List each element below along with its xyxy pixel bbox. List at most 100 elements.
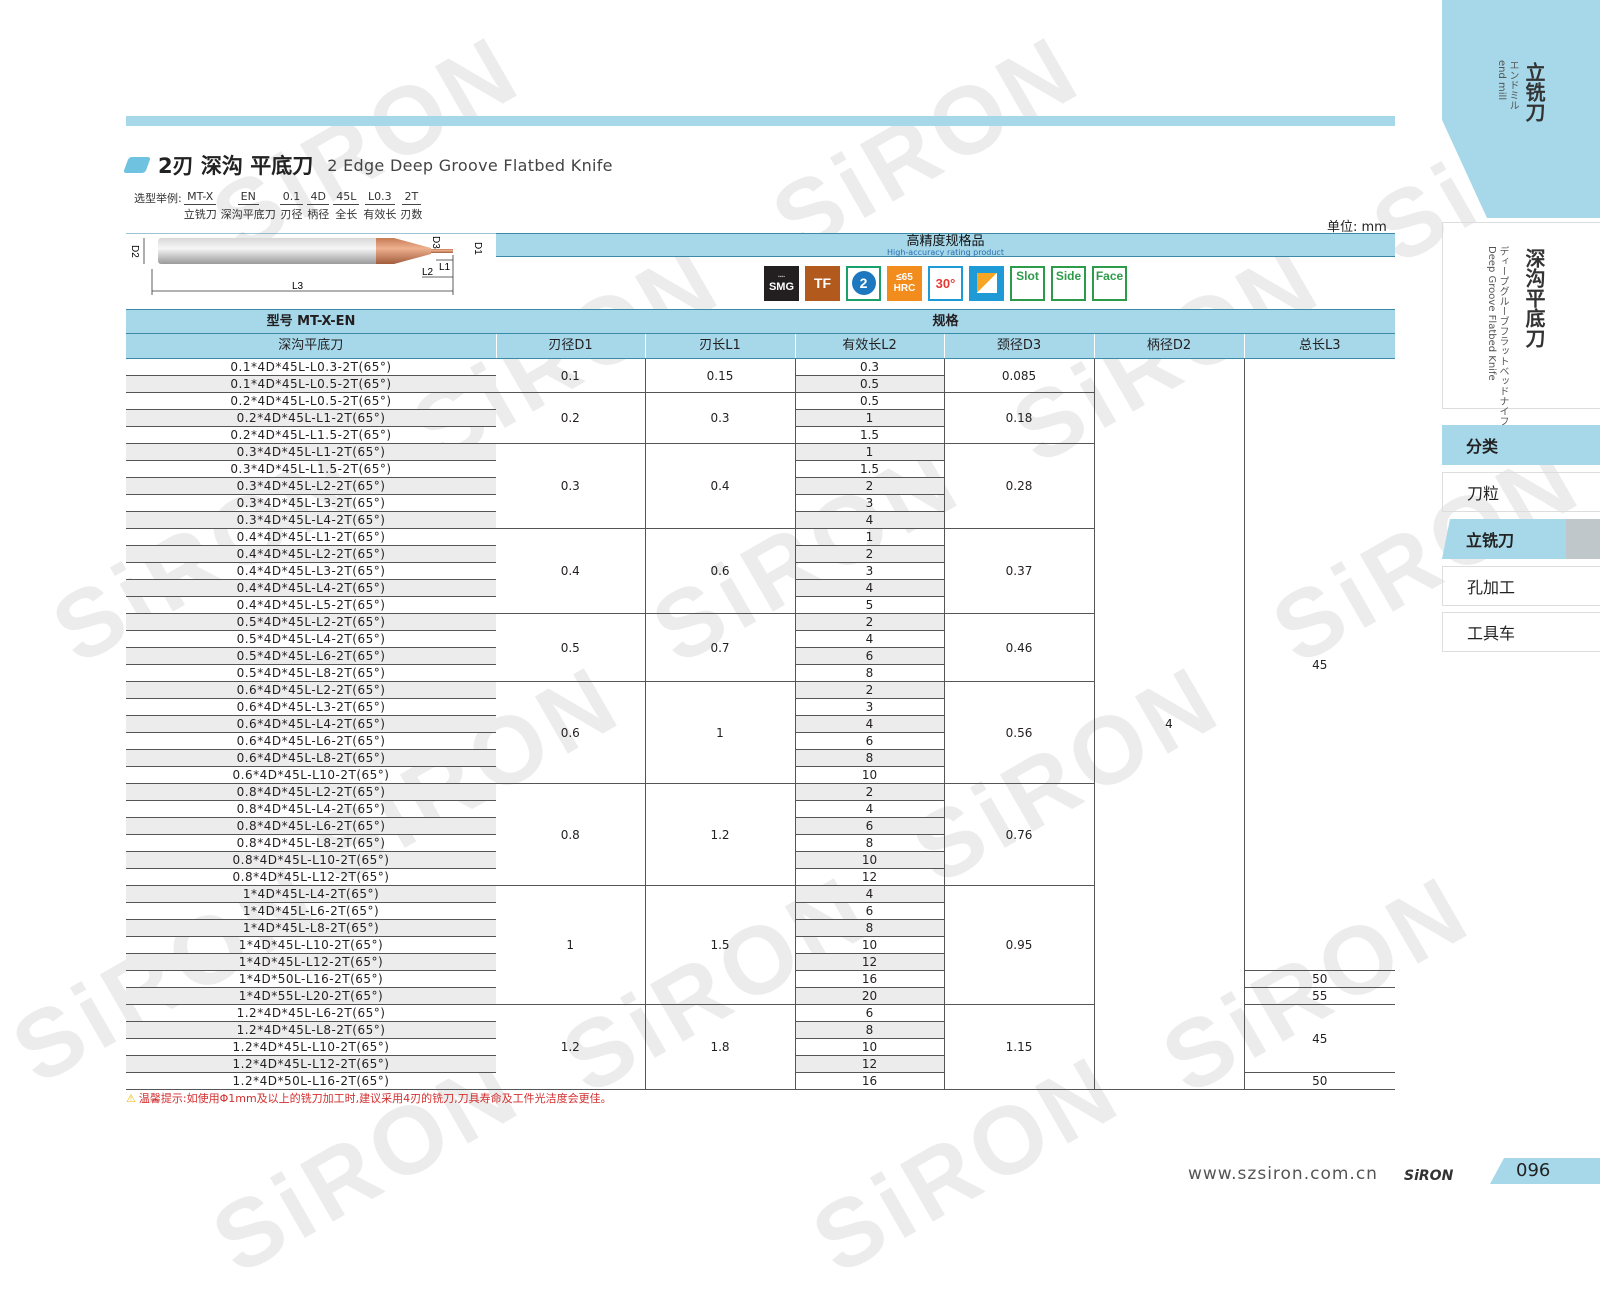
l2-cell: 4 xyxy=(795,715,945,733)
diagram-label-d3: D3 xyxy=(430,236,441,249)
side-icon: Side xyxy=(1051,265,1086,301)
l2-cell: 1.5 xyxy=(795,426,945,444)
l2-cell: 0.5 xyxy=(795,392,945,410)
d1-cell: 0.3 xyxy=(496,443,646,529)
l2-cell: 6 xyxy=(795,732,945,750)
sel-desc: 有效长 xyxy=(363,208,397,221)
l1-cell: 0.7 xyxy=(645,613,796,682)
l2-cell: 10 xyxy=(795,766,945,784)
hrc65-icon: ≤65 HRC xyxy=(887,265,922,301)
model-cell: 0.6*4D*45L-L3-2T(65°) xyxy=(126,698,496,716)
footer-logo: SiRON xyxy=(1404,1168,1454,1184)
l2-cell: 1 xyxy=(795,409,945,427)
table-row: 0.1*4D*45L-L0.3-2T(65°) 0.1 0.15 0.3 0.085 4 4… xyxy=(126,358,1396,1090)
title-en: 2 Edge Deep Groove Flatbed Knife xyxy=(327,155,613,175)
nav-item-tool-cart[interactable]: 工具车 xyxy=(1442,612,1600,652)
selection-example: 选型举例: MT-X 立铣刀 EN 深沟平底刀 0.1 刃径 4D 柄径 45L 全长 L… xyxy=(134,190,426,221)
title-cn: 2刃 深沟 平底刀 xyxy=(158,154,314,178)
d1-cell: 0.5 xyxy=(496,613,646,682)
model-cell: 0.3*4D*45L-L3-2T(65°) xyxy=(126,494,496,512)
category-title-jp: エンドミル xyxy=(1507,60,1518,110)
model-cell: 0.4*4D*45L-L4-2T(65°) xyxy=(126,579,496,597)
nav-item-end-mill[interactable]: 立铣刀 xyxy=(1442,519,1600,559)
l1-cell: 1.5 xyxy=(645,885,796,1005)
d3-cell: 0.95 xyxy=(944,885,1095,1005)
diagram-label-l3: L3 xyxy=(292,281,304,292)
model-cell: 0.5*4D*45L-L4-2T(65°) xyxy=(126,630,496,648)
l2-cell: 6 xyxy=(795,902,945,920)
model-cell: 0.4*4D*45L-L5-2T(65°) xyxy=(126,596,496,614)
model-cell: 0.8*4D*45L-L4-2T(65°) xyxy=(126,800,496,818)
model-cell: 0.8*4D*45L-L12-2T(65°) xyxy=(126,868,496,886)
model-cell: 0.8*4D*45L-L6-2T(65°) xyxy=(126,817,496,835)
spec-header: 规格 xyxy=(496,309,1396,334)
model-cell: 0.8*4D*45L-L2-2T(65°) xyxy=(126,783,496,801)
l1-cell: 0.6 xyxy=(645,528,796,614)
l2-cell: 1 xyxy=(795,443,945,461)
l2-cell: 2 xyxy=(795,477,945,495)
nav-item-insert[interactable]: 刀粒 xyxy=(1442,472,1600,512)
d2-cell: 4 xyxy=(1094,358,1245,1090)
high-precision-en: High-accuracy rating product xyxy=(887,248,1004,257)
l2-cell: 16 xyxy=(795,1072,945,1090)
model-cell: 0.6*4D*45L-L8-2T(65°) xyxy=(126,749,496,767)
nav-selected-marker xyxy=(1566,519,1600,559)
sel-code: 4D xyxy=(307,190,329,205)
l3-cell: 55 xyxy=(1244,987,1396,1005)
sel-desc: 立铣刀 xyxy=(183,208,217,221)
l2-cell: 5 xyxy=(795,596,945,614)
diagram-label-d1: D1 xyxy=(472,242,483,255)
model-cell: 0.6*4D*45L-L6-2T(65°) xyxy=(126,732,496,750)
category-title-cn: 立铣刀 xyxy=(1522,62,1546,122)
model-cell: 1.2*4D*45L-L8-2T(65°) xyxy=(126,1021,496,1039)
nav-label: 孔加工 xyxy=(1467,578,1516,597)
model-cell: 0.8*4D*45L-L10-2T(65°) xyxy=(126,851,496,869)
title-marker-icon xyxy=(123,157,151,173)
model-cell: 0.1*4D*45L-L0.3-2T(65°) xyxy=(126,358,496,376)
d3-cell: 0.18 xyxy=(944,392,1095,444)
d3-cell: 0.28 xyxy=(944,443,1095,529)
spec-table: 型号 MT-X-EN 规格 深沟平底刀 刃径D1 刃长L1 有效长L2 颈径D3… xyxy=(126,309,1396,1090)
nav-label: 分类 xyxy=(1466,437,1499,456)
l2-cell: 12 xyxy=(795,1055,945,1073)
model-cell: 0.5*4D*45L-L6-2T(65°) xyxy=(126,647,496,665)
l2-cell: 3 xyxy=(795,562,945,580)
l2-cell: 8 xyxy=(795,1021,945,1039)
d1-cell: 0.2 xyxy=(496,392,646,444)
nav-item-hole[interactable]: 孔加工 xyxy=(1442,566,1600,606)
model-cell: 1*4D*45L-L6-2T(65°) xyxy=(126,902,496,920)
col-header: 刃长L1 xyxy=(645,333,796,359)
d1-cell: 0.4 xyxy=(496,528,646,614)
model-header: 型号 MT-X-EN xyxy=(126,309,496,334)
category-title-en-text: end mill xyxy=(1496,60,1507,101)
subcategory-title-jp: ディープグルーブフラットベッドナイフ xyxy=(1497,246,1508,426)
model-cell: 1.2*4D*50L-L16-2T(65°) xyxy=(126,1072,496,1090)
l2-cell: 1 xyxy=(795,528,945,546)
footer-url[interactable]: www.szsiron.com.cn xyxy=(1188,1164,1378,1184)
tf-icon: TF xyxy=(805,265,840,301)
model-cell: 0.8*4D*45L-L8-2T(65°) xyxy=(126,834,496,852)
l2-cell: 6 xyxy=(795,1004,945,1022)
model-cell: 1.2*4D*45L-L12-2T(65°) xyxy=(126,1055,496,1073)
sel-code: EN xyxy=(237,190,259,205)
smg-icon-text: SMG xyxy=(768,280,795,293)
diagram-label-d2: D2 xyxy=(129,245,140,258)
l2-cell: 0.5 xyxy=(795,375,945,393)
subcategory-title-en: ディープグルーブフラットベッドナイフ Deep Groove Flatbed Kn… xyxy=(1486,246,1508,426)
model-cell: 0.3*4D*45L-L2-2T(65°) xyxy=(126,477,496,495)
l2-cell: 4 xyxy=(795,579,945,597)
d3-cell: 0.76 xyxy=(944,783,1095,886)
model-cell: 1*4D*55L-L20-2T(65°) xyxy=(126,987,496,1005)
high-precision-header: 高精度规格品 High-accuracy rating product xyxy=(496,233,1395,257)
model-cell: 0.2*4D*45L-L0.5-2T(65°) xyxy=(126,392,496,410)
nav-label: 立铣刀 xyxy=(1466,531,1515,550)
d1-cell: 0.6 xyxy=(496,681,646,784)
smg-icon: ▪▪▪▪ SMG xyxy=(764,265,799,301)
page-title: 2刃 深沟 平底刀 2 Edge Deep Groove Flatbed Kni… xyxy=(123,150,613,180)
d1-cell: 0.8 xyxy=(496,783,646,886)
l1-cell: 0.15 xyxy=(645,358,796,393)
l2-cell: 6 xyxy=(795,647,945,665)
l1-cell: 0.3 xyxy=(645,392,796,444)
table-body: 0.1*4D*45L-L0.3-2T(65°) 0.1 0.15 0.3 0.085 4 4… xyxy=(126,358,1396,1090)
d3-cell: 0.46 xyxy=(944,613,1095,682)
